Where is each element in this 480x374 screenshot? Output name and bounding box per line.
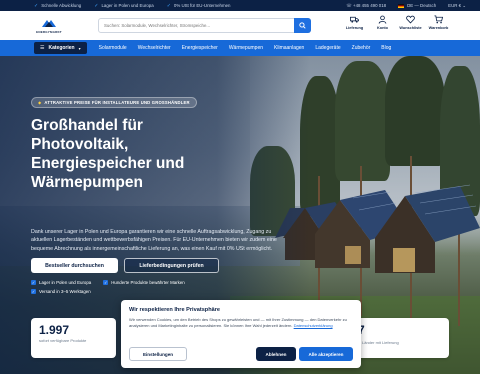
truck-icon xyxy=(350,16,359,23)
language-label: DE — Deutsch xyxy=(407,3,437,8)
cookie-text: Wir verwenden Cookies, um den Betrieb de… xyxy=(129,317,353,328)
nav-item-blog[interactable]: Blog xyxy=(381,45,391,51)
usp-fast-processing: ✓ Schnelle Abwicklung xyxy=(34,3,81,9)
top-bar: ✓ Schnelle Abwicklung ✓ Lager in Polen und… xyxy=(0,0,480,11)
check-icon: ✓ xyxy=(166,2,171,9)
language-selector[interactable]: DE — Deutsch xyxy=(398,3,436,8)
cookie-title: Wir respektieren Ihre Privatsphäre xyxy=(129,307,221,313)
check-item: ✓ Lager in Polen und Europa xyxy=(31,280,91,285)
user-icon xyxy=(378,15,387,24)
usp-warehouses: ✓ Lager in Polen und Europa xyxy=(94,3,153,9)
phone-link[interactable]: ☏ +48 455 490 018 xyxy=(346,3,386,9)
wishlist-label: Wunschliste xyxy=(399,26,422,30)
heart-icon xyxy=(406,15,415,24)
main-navigation: ☰ Kategorien ▾ Solarmodule Wechselrichte… xyxy=(0,40,480,56)
currency-selector[interactable]: EUR € ⌄ xyxy=(448,3,466,9)
menu-icon: ☰ xyxy=(40,45,45,51)
check-item-label: Versand in 3–5 Werktagen xyxy=(39,289,91,294)
search-icon xyxy=(299,22,306,29)
cookie-reject-button[interactable]: Ablehnen xyxy=(256,347,296,361)
delivery-link[interactable]: Lieferung xyxy=(345,15,364,30)
phone-number: +48 455 490 018 xyxy=(353,2,387,8)
nav-item-klimaanlagen[interactable]: Klimaanlagen xyxy=(274,45,304,51)
tree-illustration xyxy=(335,61,390,181)
phone-icon: ☏ xyxy=(346,2,353,8)
check-icon: ✓ xyxy=(34,2,39,9)
check-icon: ✓ xyxy=(31,280,36,285)
account-link[interactable]: Konto xyxy=(373,15,392,30)
usp-label: Lager in Polen und Europa xyxy=(101,3,154,8)
check-item: ✓ Hunderte Produkte bewährter Marken xyxy=(103,280,185,285)
cookie-accept-all-button[interactable]: Alle akzeptieren xyxy=(299,347,353,361)
bestseller-button[interactable]: Bestseller durchsuchen xyxy=(31,258,118,273)
categories-label: Kategorien xyxy=(48,45,75,51)
cookie-settings-button[interactable]: Einstellungen xyxy=(129,347,187,361)
search-bar xyxy=(98,18,311,33)
site-header: ENERGYMARKT Lieferung Konto Wunschliste … xyxy=(0,11,480,40)
search-button[interactable] xyxy=(294,18,311,33)
usp-label: 0% USt für EU-Unternehmen xyxy=(173,3,231,8)
cookie-consent-dialog: Wir respektieren Ihre Privatsphäre Wir v… xyxy=(121,300,361,368)
check-icon: ✓ xyxy=(94,2,99,9)
delivery-terms-button[interactable]: Lieferbedingungen prüfen xyxy=(124,258,219,273)
cart-icon xyxy=(434,15,443,24)
hero-badge: ◆ ATTRAKTIVE PREISE FÜR INSTALLATEURE UND… xyxy=(31,97,197,108)
check-item-label: Lager in Polen und Europa xyxy=(39,280,92,285)
wishlist-link[interactable]: Wunschliste xyxy=(399,15,422,30)
search-input[interactable] xyxy=(99,19,294,32)
tree-illustration xyxy=(385,56,445,166)
hero-badge-label: ATTRAKTIVE PREISE FÜR INSTALLATEURE UND … xyxy=(44,100,190,105)
delivery-label: Lieferung xyxy=(345,26,364,30)
stat-card-countries: 7 Länder mit Lieferung xyxy=(352,318,449,358)
stat-label: Länder mit Lieferung xyxy=(362,340,399,345)
currency-label: EUR € xyxy=(448,2,462,8)
chevron-down-icon: ▾ xyxy=(78,45,81,51)
usp-zero-vat: ✓ 0% USt für EU-Unternehmen xyxy=(167,3,231,9)
cart-link[interactable]: Warenkorb xyxy=(429,15,448,30)
nav-item-ladegeraete[interactable]: Ladegeräte xyxy=(315,45,340,51)
chevron-down-icon: ⌄ xyxy=(462,2,466,8)
nav-item-solarmodule[interactable]: Solarmodule xyxy=(99,45,127,51)
hero-title: Großhandel für Photovoltaik, Energiespei… xyxy=(31,117,185,191)
stat-number: 1.997 xyxy=(39,323,70,337)
check-item: ✓ Versand in 3–5 Werktagen xyxy=(31,289,91,294)
hero-checklist: ✓ Lager in Polen und Europa ✓ Hunderte Pro… xyxy=(31,280,271,298)
german-flag-icon xyxy=(398,3,405,8)
check-icon: ✓ xyxy=(103,280,109,285)
nav-item-wechselrichter[interactable]: Wechselrichter xyxy=(138,45,171,51)
nav-item-zubehoer[interactable]: Zubehör xyxy=(352,45,371,51)
check-item-label: Hunderte Produkte bewährter Marken xyxy=(111,280,185,285)
usp-label: Schnelle Abwicklung xyxy=(41,3,82,8)
categories-button[interactable]: ☰ Kategorien ▾ xyxy=(34,42,87,54)
logo[interactable]: ENERGYMARKT xyxy=(34,16,64,36)
stat-card-products: 1.997 sofort verfügbare Produkte xyxy=(31,318,116,358)
stat-label: sofort verfügbare Produkte xyxy=(39,338,87,343)
account-label: Konto xyxy=(377,26,388,30)
check-icon: ✓ xyxy=(31,289,36,294)
cart-label: Warenkorb xyxy=(428,26,449,30)
nav-item-waermepumpen[interactable]: Wärmepumpen xyxy=(229,45,263,51)
logo-icon xyxy=(42,19,56,27)
logo-text: ENERGYMARKT xyxy=(36,29,62,34)
privacy-policy-link[interactable]: Datenschutzerklärung xyxy=(294,323,333,328)
hero-subtitle: Dank unserer Lager in Polen und Europa g… xyxy=(31,229,277,252)
nav-item-energiespeicher[interactable]: Energiespeicher xyxy=(182,45,218,51)
diamond-icon: ◆ xyxy=(38,100,42,105)
